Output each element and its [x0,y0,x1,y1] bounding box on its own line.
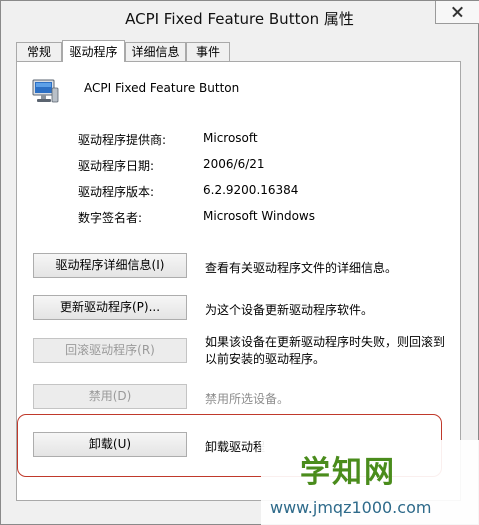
tab-general[interactable]: 常规 [16,42,62,61]
driver-details-description: 查看有关驱动程序文件的详细信息。 [205,261,398,275]
rollback-driver-button[interactable]: 回滚驱动程序(R) [33,338,187,363]
version-value: 6.2.9200.16384 [203,183,299,197]
date-label: 驱动程序日期: [78,159,155,173]
date-value: 2006/6/21 [203,157,265,171]
watermark-title: 学知网 [300,455,396,490]
close-button[interactable] [435,1,479,24]
signer-label: 数字签名者: [78,211,143,225]
signer-value: Microsoft Windows [203,209,315,223]
update-driver-button[interactable]: 更新驱动程序(P)... [33,295,187,320]
computer-monitor-icon [32,79,59,103]
version-label: 驱动程序版本: [78,185,155,199]
disable-button[interactable]: 禁用(D) [33,384,187,409]
rollback-driver-description: 如果该设备在更新驱动程序时失败，则回滚到以前安装的驱动程序。 [205,335,446,366]
tab-driver[interactable]: 驱动程序 [62,40,125,62]
provider-value: Microsoft [203,131,258,145]
tab-events[interactable]: 事件 [186,42,230,61]
disable-description: 禁用所选设备。 [205,392,290,406]
provider-label: 驱动程序提供商: [78,133,167,147]
window-title: ACPI Fixed Feature Button 属性 [125,10,354,28]
watermark-url: www.jmqz1000.com [270,498,432,517]
update-driver-description: 为这个设备更新驱动程序软件。 [205,303,374,317]
driver-details-button[interactable]: 驱动程序详细信息(I) [33,253,187,278]
device-name: ACPI Fixed Feature Button [84,81,240,95]
tab-details[interactable]: 详细信息 [125,42,186,61]
title-bar[interactable]: ACPI Fixed Feature Button 属性 [1,1,479,33]
